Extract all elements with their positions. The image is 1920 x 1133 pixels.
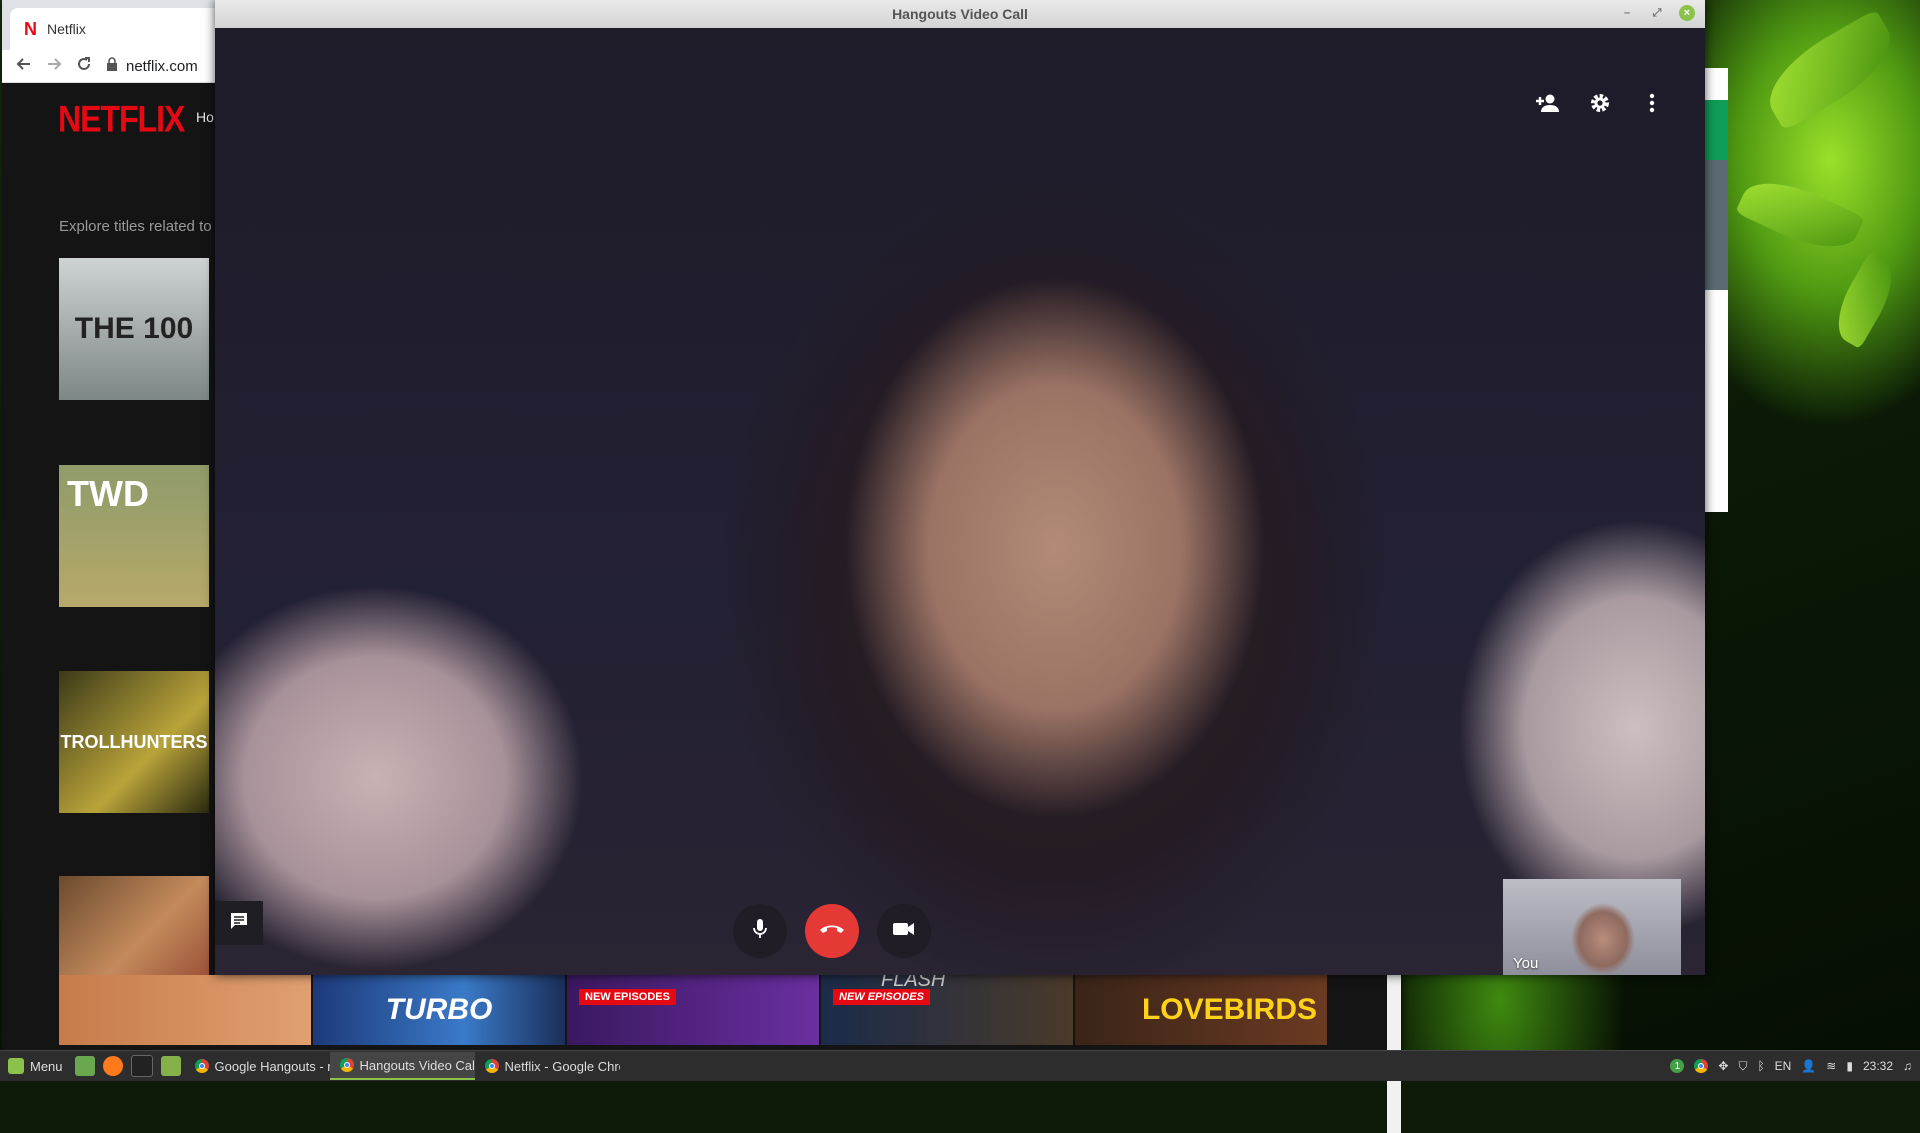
mute-microphone-button[interactable] — [733, 904, 787, 958]
toggle-camera-button[interactable] — [877, 904, 931, 958]
task-google-hangouts[interactable]: Google Hangouts - n... — [185, 1052, 330, 1080]
window-title: Hangouts Video Call — [892, 6, 1028, 22]
title-tile[interactable]: LOVEBIRDS — [1075, 975, 1327, 1045]
battery-icon[interactable]: ▮ — [1846, 1059, 1853, 1073]
hangouts-list-window — [1705, 68, 1728, 512]
netflix-logo[interactable]: NETFLIX — [58, 98, 185, 141]
gear-icon[interactable] — [1587, 90, 1613, 116]
dropbox-icon[interactable]: ✥ — [1718, 1059, 1728, 1073]
task-hangouts-video-call[interactable]: Hangouts Video Call — [329, 1052, 475, 1080]
update-badge[interactable]: 1 — [1670, 1059, 1685, 1073]
task-label: Google Hangouts - n... — [214, 1058, 330, 1074]
keyboard-layout[interactable]: EN — [1775, 1059, 1792, 1073]
terminal-icon[interactable] — [130, 1055, 153, 1077]
files-icon[interactable] — [160, 1056, 181, 1076]
self-view-label: You — [1513, 955, 1539, 972]
minimize-icon[interactable]: – — [1619, 5, 1635, 21]
back-icon[interactable] — [16, 56, 32, 76]
window-controls: – ⤢ × — [1619, 5, 1695, 21]
end-call-button[interactable] — [805, 904, 859, 958]
chrome-tray-icon[interactable] — [1694, 1059, 1709, 1073]
wallpaper-leaf — [1754, 9, 1906, 131]
user-icon[interactable]: 👤 — [1801, 1059, 1816, 1073]
mint-logo-icon — [8, 1058, 24, 1074]
self-view-thumbnail[interactable]: You — [1503, 879, 1681, 975]
chrome-icon — [339, 1058, 354, 1072]
title-tile[interactable]: NEW EPISODES FLASH — [821, 975, 1073, 1045]
forward-icon[interactable] — [46, 56, 62, 76]
title-tile[interactable] — [59, 975, 311, 1045]
task-netflix-chrome[interactable]: Netflix - Google Chro... — [475, 1052, 620, 1080]
tab-title: Netflix — [47, 21, 86, 37]
more-vert-icon[interactable] — [1639, 90, 1665, 116]
window-titlebar[interactable]: Hangouts Video Call – ⤢ × — [215, 0, 1705, 28]
add-person-icon[interactable] — [1535, 90, 1561, 116]
title-row: TURBO NEW EPISODES NEW EPISODES FLASH LO… — [59, 975, 1329, 1045]
show-desktop-icon[interactable] — [74, 1056, 95, 1076]
browser-tab-netflix[interactable]: N Netflix — [10, 8, 240, 50]
firefox-icon[interactable] — [102, 1056, 123, 1076]
wallpaper-leaf — [1825, 251, 1905, 349]
new-episodes-badge: NEW EPISODES — [579, 989, 676, 1005]
taskbar: Menu Google Hangouts - n... Hangouts Vid… — [0, 1050, 1920, 1081]
maximize-icon[interactable]: ⤢ — [1649, 5, 1665, 21]
netflix-nav-home[interactable]: Ho — [196, 109, 214, 125]
close-icon[interactable]: × — [1679, 5, 1695, 21]
reload-icon[interactable] — [76, 56, 92, 76]
chrome-icon — [194, 1059, 209, 1073]
video-camera-icon — [893, 922, 915, 941]
sound-icon[interactable]: ♫ — [1903, 1059, 1912, 1073]
address-bar[interactable]: netflix.com — [106, 57, 198, 75]
task-label: Netflix - Google Chro... — [504, 1058, 620, 1074]
remote-video-feed: You — [215, 28, 1705, 975]
call-controls — [215, 904, 1577, 958]
url-text: netflix.com — [126, 57, 198, 75]
title-thumbnail[interactable]: TROLLHUNTERS — [59, 671, 209, 813]
netflix-favicon-icon: N — [24, 18, 37, 39]
bluetooth-icon[interactable]: ᛒ — [1757, 1059, 1764, 1073]
title-tile[interactable]: TURBO — [313, 975, 565, 1045]
system-tray: 1 ✥ ⛉ ᛒ EN 👤 ≋ ▮ 23:32 ♫ — [1670, 1059, 1920, 1074]
menu-label: Menu — [30, 1058, 63, 1074]
explore-heading: Explore titles related to — [59, 218, 212, 235]
wallpaper-leaf — [1735, 166, 1865, 264]
title-thumbnail[interactable]: TWD — [59, 465, 209, 607]
lock-icon — [106, 57, 118, 75]
title-thumbnail[interactable]: THE 100 — [59, 258, 209, 400]
hangouts-header-strip — [1705, 100, 1728, 160]
shield-icon[interactable]: ⛉ — [1738, 1059, 1747, 1074]
wifi-icon[interactable]: ≋ — [1826, 1059, 1836, 1073]
task-label: Hangouts Video Call — [359, 1057, 475, 1073]
start-menu-button[interactable]: Menu — [0, 1058, 71, 1074]
title-tile[interactable]: NEW EPISODES — [567, 975, 819, 1045]
chrome-icon — [484, 1059, 499, 1073]
hangouts-video-window: Hangouts Video Call – ⤢ × You — [215, 0, 1705, 975]
call-toolbar — [1535, 90, 1665, 116]
end-call-icon — [819, 922, 845, 940]
microphone-icon — [752, 918, 768, 945]
clock[interactable]: 23:32 — [1863, 1059, 1893, 1073]
hangouts-contact-strip — [1705, 160, 1728, 290]
